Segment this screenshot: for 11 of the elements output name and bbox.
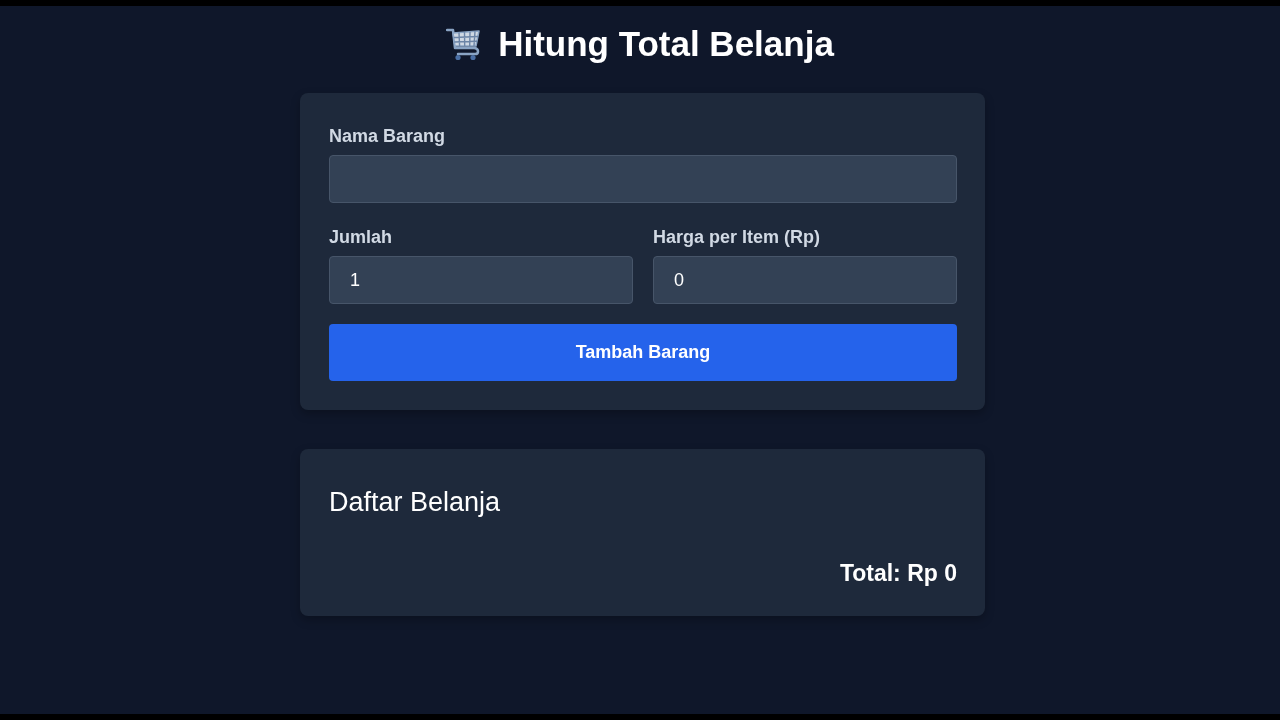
page-title: Hitung Total Belanja [498, 23, 834, 65]
add-item-button[interactable]: Tambah Barang [329, 324, 957, 381]
total-amount: Total: Rp 0 [839, 559, 957, 587]
input-field[interactable] [329, 155, 957, 203]
list-title: Daftar Belanja [329, 486, 501, 519]
field-label: Jumlah [329, 227, 393, 248]
shopping-cart-icon [446, 27, 483, 61]
field-label: Harga per Item (Rp) [653, 227, 821, 248]
input-field[interactable]: 1 [329, 256, 633, 304]
field-label: Nama Barang [329, 126, 446, 147]
input-field[interactable]: 0 [653, 256, 957, 304]
